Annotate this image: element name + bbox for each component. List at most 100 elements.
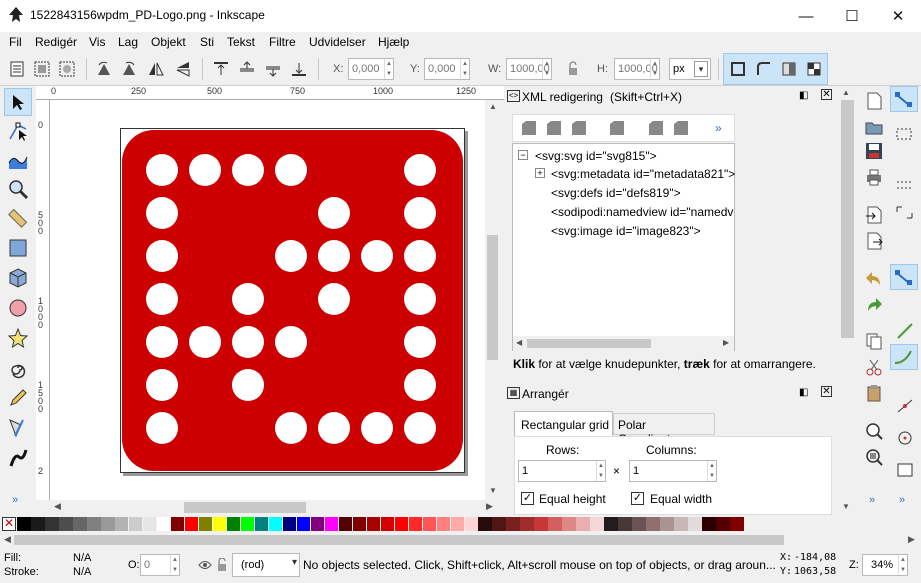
panel-close-icon[interactable]: ✕ xyxy=(821,89,832,100)
commands-more-icon[interactable]: » xyxy=(869,494,875,506)
menu-udvidelser[interactable]: Udvidelser xyxy=(309,35,366,49)
snap-page-icon[interactable] xyxy=(896,462,914,478)
color-swatch[interactable] xyxy=(324,517,339,531)
color-swatch[interactable] xyxy=(394,517,409,531)
color-swatch[interactable] xyxy=(72,517,87,531)
layer-lock-icon[interactable] xyxy=(216,558,228,572)
rectangle-tool[interactable] xyxy=(4,234,32,262)
rotate-cw-icon[interactable] xyxy=(120,60,138,78)
opacity-field[interactable]: 0 ▲ ▼ xyxy=(140,554,180,576)
indent-node-icon[interactable] xyxy=(673,120,689,136)
import-icon[interactable] xyxy=(865,206,883,224)
w-spinner[interactable]: ▲ ▼ xyxy=(542,59,551,79)
snap-bbox-corners-icon[interactable] xyxy=(896,206,914,220)
y-field[interactable]: 0,000 ▲ ▼ xyxy=(424,58,470,80)
snap-bbox-icon[interactable] xyxy=(896,128,914,142)
tab-rectangular-grid[interactable]: Rectangular grid xyxy=(514,411,613,437)
vertical-ruler[interactable]: 0 5 0 0 1 0 0 0 1 5 0 0 2 xyxy=(36,100,50,500)
color-swatch[interactable] xyxy=(520,517,535,531)
flip-vertical-icon[interactable] xyxy=(174,60,192,78)
more-icon[interactable]: » xyxy=(715,121,722,135)
vertical-scrollbar[interactable]: ▲ ▼ xyxy=(485,100,500,500)
save-icon[interactable] xyxy=(865,142,883,160)
selector-tool[interactable] xyxy=(4,88,32,116)
snap-paths-icon[interactable] xyxy=(896,322,914,340)
menu-fil[interactable]: Fil xyxy=(9,35,22,49)
scroll-right-icon[interactable]: ▶ xyxy=(723,338,729,347)
menu-lag[interactable]: Lag xyxy=(118,35,138,49)
equal-width-checkbox[interactable]: ✓ xyxy=(631,492,644,505)
undo-icon[interactable] xyxy=(865,270,883,288)
color-swatch[interactable] xyxy=(296,517,311,531)
color-swatch[interactable] xyxy=(534,517,549,531)
menu-vis[interactable]: Vis xyxy=(89,35,105,49)
scroll-right-icon[interactable]: ▶ xyxy=(908,534,915,545)
menu-sti[interactable]: Sti xyxy=(200,35,214,49)
color-swatch[interactable] xyxy=(646,517,660,531)
color-swatch[interactable] xyxy=(632,517,646,531)
export-icon[interactable] xyxy=(865,232,883,250)
drawing-canvas[interactable] xyxy=(50,100,485,500)
color-swatch[interactable] xyxy=(590,517,604,531)
lower-to-bottom-icon[interactable] xyxy=(290,60,308,78)
transform-gradient-icon[interactable] xyxy=(780,60,798,78)
deselect-icon[interactable] xyxy=(58,60,76,78)
color-swatch[interactable] xyxy=(688,517,702,531)
color-swatch[interactable] xyxy=(268,517,283,531)
no-paint-swatch[interactable]: ✕ xyxy=(2,517,16,531)
snap-toggle-button[interactable] xyxy=(890,86,918,112)
new-text-node-icon[interactable] xyxy=(546,120,562,136)
color-swatch[interactable] xyxy=(422,517,437,531)
color-swatch[interactable] xyxy=(254,517,269,531)
snap-nodes-button[interactable] xyxy=(890,264,918,290)
zoom-field[interactable]: 34% ▲ ▼ xyxy=(862,554,908,576)
x-field[interactable]: 0,000 ▲ ▼ xyxy=(348,58,394,80)
color-swatch[interactable] xyxy=(58,517,73,531)
copy-icon[interactable] xyxy=(865,332,883,350)
star-tool[interactable] xyxy=(4,324,32,352)
opacity-spinner[interactable]: ▲ ▼ xyxy=(170,555,179,575)
scroll-left-icon[interactable]: ◀ xyxy=(54,501,61,512)
delete-node-icon[interactable] xyxy=(609,120,625,136)
select-all-layers-icon[interactable] xyxy=(33,60,51,78)
spiral-tool[interactable] xyxy=(4,354,32,382)
color-swatch[interactable] xyxy=(436,517,451,531)
open-folder-icon[interactable] xyxy=(865,118,883,136)
new-element-node-icon[interactable] xyxy=(521,120,537,136)
snap-bbox-edges-icon[interactable] xyxy=(896,178,914,192)
color-swatch[interactable] xyxy=(44,517,59,531)
zoom-tool[interactable] xyxy=(4,175,32,203)
equal-height-checkbox[interactable]: ✓ xyxy=(521,492,534,505)
x-spinner[interactable]: ▲ ▼ xyxy=(384,59,393,79)
scale-stroke-icon[interactable] xyxy=(729,60,747,78)
color-swatch[interactable] xyxy=(240,517,255,531)
color-swatch[interactable] xyxy=(282,517,297,531)
color-swatch[interactable] xyxy=(380,517,395,531)
pd-logo-image[interactable] xyxy=(120,128,465,473)
panel-close-icon[interactable]: ✕ xyxy=(821,386,832,397)
rows-spinner[interactable]: ▲ ▼ xyxy=(596,461,605,481)
color-swatch[interactable] xyxy=(478,517,493,531)
color-swatch[interactable] xyxy=(716,517,730,531)
scroll-up-icon[interactable]: ▲ xyxy=(489,102,497,111)
snap-more-icon[interactable]: » xyxy=(899,494,905,506)
pen-tool[interactable] xyxy=(4,414,32,442)
select-all-icon[interactable] xyxy=(8,60,26,78)
color-swatch[interactable] xyxy=(142,517,157,531)
color-swatch[interactable] xyxy=(408,517,423,531)
unit-select[interactable]: px ▾ xyxy=(669,58,711,80)
color-swatch[interactable] xyxy=(30,517,45,531)
xml-node-svg[interactable]: <svg:svg id="svg815"> xyxy=(535,149,657,163)
rows-field[interactable]: 1 ▲ ▼ xyxy=(518,460,606,482)
horizontal-ruler[interactable]: 0 250 500 750 1000 1250 xyxy=(36,86,504,100)
color-swatch[interactable] xyxy=(366,517,381,531)
color-swatch[interactable] xyxy=(338,517,353,531)
horizontal-scrollbar[interactable]: ◀ ▶ xyxy=(50,500,500,515)
color-swatch[interactable] xyxy=(562,517,576,531)
tweak-tool[interactable] xyxy=(4,146,32,174)
layer-select[interactable]: (rod) ▾ xyxy=(232,553,300,577)
color-swatch[interactable] xyxy=(576,517,590,531)
paste-icon[interactable] xyxy=(865,384,883,402)
close-button[interactable]: ✕ xyxy=(875,0,921,32)
color-swatch[interactable] xyxy=(226,517,241,531)
